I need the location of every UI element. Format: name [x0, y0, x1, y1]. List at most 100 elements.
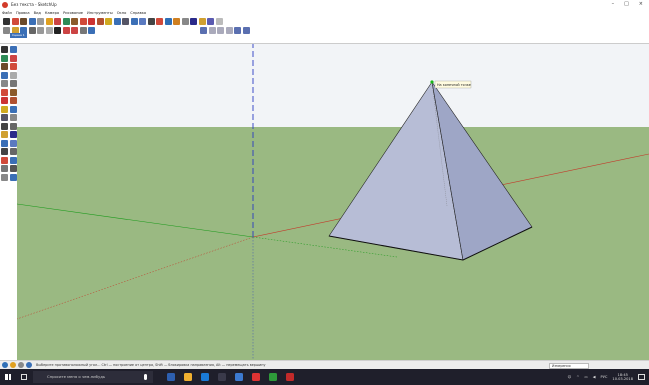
scale-icon[interactable] [1, 105, 8, 113]
back-view-icon[interactable] [234, 27, 241, 34]
arc-icon[interactable] [9, 71, 17, 79]
close-button[interactable]: × [639, 1, 643, 7]
cut-icon[interactable] [28, 27, 36, 34]
move-icon[interactable] [1, 88, 8, 96]
print-icon[interactable] [79, 27, 87, 34]
undo-icon[interactable] [62, 27, 70, 34]
menu-draw[interactable]: Рисование [63, 11, 83, 15]
sketchup-taskbar-icon[interactable] [286, 373, 294, 381]
pan-icon[interactable] [9, 139, 17, 147]
measurements-box[interactable]: Измерения [549, 362, 589, 369]
look-around-icon[interactable] [9, 165, 17, 172]
copy-icon[interactable] [37, 27, 44, 34]
store-icon[interactable] [218, 373, 226, 381]
select-icon[interactable] [1, 46, 8, 53]
new-file-icon[interactable] [3, 27, 10, 34]
followme-icon[interactable] [9, 97, 17, 104]
axes-icon[interactable] [1, 131, 8, 138]
tab-scene-1[interactable]: Сцена 1 [10, 33, 27, 38]
paste-icon[interactable] [45, 27, 53, 34]
menu-help[interactable]: Справка [130, 11, 146, 15]
front-view-icon[interactable] [217, 27, 224, 34]
follow-me-icon[interactable] [96, 18, 104, 25]
make-component-icon[interactable] [9, 46, 17, 53]
tray-arrow-icon[interactable]: ^ [576, 375, 579, 379]
microphone-icon[interactable] [144, 374, 147, 380]
delete-icon[interactable] [54, 27, 61, 34]
opera-icon[interactable] [252, 373, 260, 381]
rectangle-tool-icon[interactable] [20, 18, 27, 25]
line-icon[interactable] [9, 63, 17, 70]
scale-tool-icon[interactable] [105, 18, 112, 25]
warehouse-icon[interactable] [164, 18, 172, 25]
volume-icon[interactable]: ◀ [593, 375, 596, 379]
viewport-canvas[interactable]: На конечной точке [17, 44, 649, 360]
menu-tools[interactable]: Инструменты [87, 11, 113, 15]
text-icon[interactable] [9, 122, 17, 130]
model-info-icon[interactable] [88, 27, 95, 34]
menu-camera[interactable]: Камера [45, 11, 59, 15]
polygon-tool-icon[interactable] [37, 18, 44, 25]
eraser-icon[interactable] [9, 54, 17, 62]
top-view-icon[interactable] [208, 27, 216, 34]
tape-icon[interactable] [1, 114, 8, 121]
scenes-icon[interactable] [207, 18, 214, 25]
windows-start-icon[interactable] [5, 374, 12, 380]
circle-tool-icon[interactable] [28, 18, 36, 25]
zoom-extents-left-icon[interactable] [1, 156, 8, 164]
mail-icon[interactable] [235, 373, 243, 381]
rotate-tool-icon[interactable] [88, 18, 95, 25]
orbit-tool-icon[interactable] [130, 18, 138, 25]
offset-tool-icon[interactable] [113, 18, 121, 25]
dimension-icon[interactable] [9, 114, 17, 121]
pushpull-icon[interactable] [9, 88, 17, 96]
input-language[interactable]: РУС [601, 375, 608, 379]
notifications-icon[interactable] [638, 374, 645, 380]
zoom-tool-icon[interactable] [147, 18, 155, 25]
position-camera-icon[interactable] [1, 165, 8, 172]
minimize-button[interactable]: – [612, 1, 615, 7]
task-view-icon[interactable] [21, 374, 27, 380]
tape-measure-icon[interactable] [122, 18, 129, 25]
paint-icon[interactable] [1, 54, 8, 62]
push-pull-icon[interactable] [71, 18, 78, 25]
section-plane-icon[interactable] [9, 173, 17, 181]
layers-icon[interactable] [198, 18, 206, 25]
offset-icon[interactable] [9, 105, 17, 113]
menu-view[interactable]: Вид [34, 11, 41, 15]
circle-icon[interactable] [1, 71, 8, 79]
left-view-icon[interactable] [242, 27, 250, 34]
protractor-icon[interactable] [1, 122, 8, 130]
clock[interactable]: 18:45 10.03.2018 [612, 373, 633, 382]
eraser-tool-icon[interactable] [54, 18, 61, 25]
maximize-button[interactable]: □ [624, 1, 629, 7]
freehand-icon[interactable] [9, 80, 17, 87]
rectangle-icon[interactable] [1, 63, 8, 70]
credits-icon[interactable] [10, 362, 16, 368]
edge-icon[interactable] [201, 373, 209, 381]
iso-view-icon[interactable] [200, 27, 207, 34]
explorer-icon[interactable] [167, 373, 175, 381]
pan-tool-icon[interactable] [139, 18, 146, 25]
chrome-icon[interactable] [269, 373, 277, 381]
shadows-icon[interactable] [215, 18, 223, 25]
rotate-icon[interactable] [1, 97, 8, 104]
move-tool-icon[interactable] [79, 18, 87, 25]
redo-icon[interactable] [71, 27, 78, 34]
menu-window[interactable]: Окно [117, 11, 127, 15]
walk-icon[interactable] [1, 173, 8, 181]
components-icon[interactable] [181, 18, 189, 25]
zoom-extents-icon[interactable] [156, 18, 163, 25]
orbit-icon[interactable] [1, 139, 8, 147]
zoom-window-icon[interactable] [9, 148, 17, 155]
help-icon[interactable] [26, 362, 32, 368]
previous-view-icon[interactable] [9, 156, 17, 164]
menu-edit[interactable]: Правка [16, 11, 30, 15]
user-icon[interactable] [18, 362, 24, 368]
select-tool-icon[interactable] [3, 18, 10, 25]
arc-tool-icon[interactable] [45, 18, 53, 25]
zoom-icon[interactable] [1, 148, 8, 155]
taskbar-search[interactable]: Спросите меня о чем-нибудь [33, 371, 153, 383]
paint-bucket-icon[interactable] [62, 18, 70, 25]
extension-icon[interactable] [173, 18, 180, 25]
